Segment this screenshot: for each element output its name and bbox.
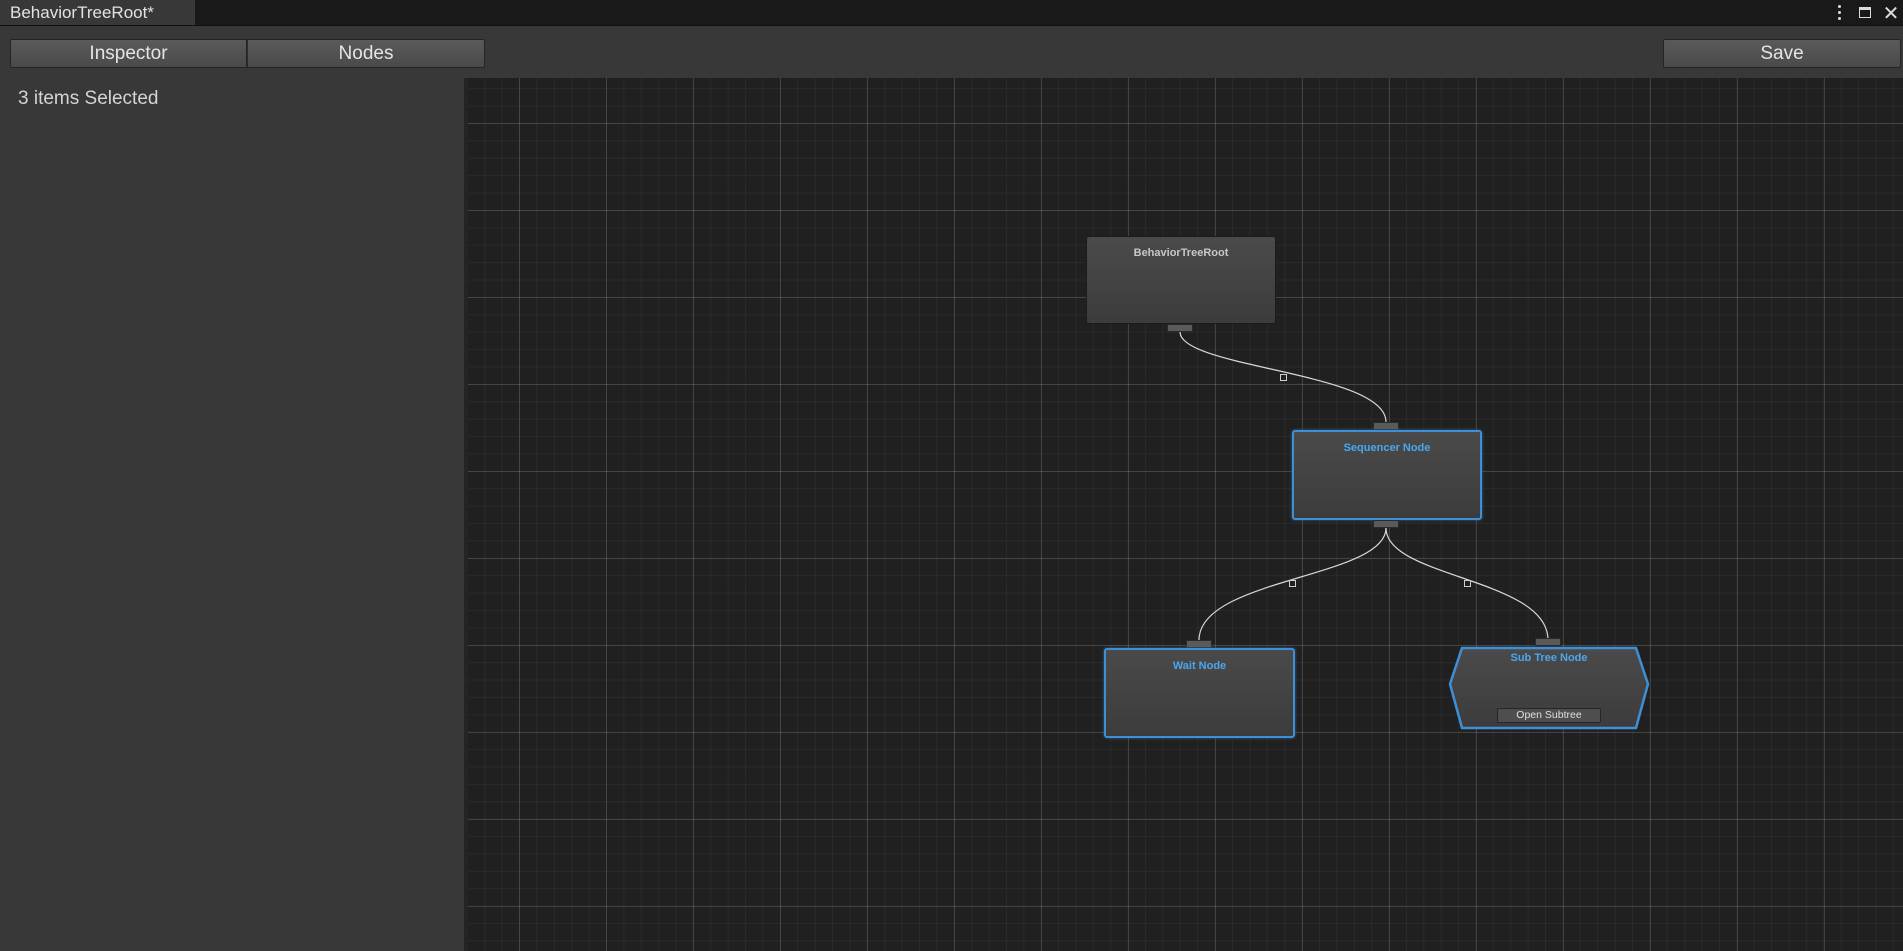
- inspector-tab-button[interactable]: Inspector: [10, 39, 247, 68]
- nodes-tab-button[interactable]: Nodes: [247, 39, 485, 68]
- toolbar: Inspector Nodes Save: [0, 26, 1903, 78]
- node-wait[interactable]: Wait Node: [1104, 648, 1295, 738]
- inspector-panel: 3 items Selected: [0, 78, 464, 951]
- window-controls: ✕: [1831, 0, 1899, 25]
- node-behavior-tree-root[interactable]: BehaviorTreeRoot: [1086, 236, 1276, 324]
- maximize-icon[interactable]: [1857, 4, 1873, 22]
- selection-count-label: 3 items Selected: [18, 88, 159, 109]
- graph-view[interactable]: BehaviorTreeRoot Sequencer Node Wait Nod…: [468, 78, 1903, 951]
- edge-midpoint-marker[interactable]: [1289, 580, 1296, 587]
- behavior-tree-editor-window: BehaviorTreeRoot* ✕ Inspector Nodes Save…: [0, 0, 1903, 951]
- edge-layer: [1179, 331, 1549, 641]
- input-port[interactable]: [1535, 638, 1561, 646]
- node-title: Wait Node: [1172, 660, 1227, 672]
- node-title: Sequencer Node: [1343, 442, 1431, 454]
- window-tab[interactable]: BehaviorTreeRoot*: [0, 0, 196, 25]
- node-sequencer[interactable]: Sequencer Node: [1292, 430, 1482, 520]
- node-title: Sub Tree Node: [1510, 652, 1588, 664]
- close-icon[interactable]: ✕: [1883, 3, 1900, 23]
- input-port[interactable]: [1373, 422, 1399, 430]
- kebab-menu-icon[interactable]: [1831, 4, 1847, 22]
- edge-midpoint-marker[interactable]: [1280, 374, 1287, 381]
- title-bar: BehaviorTreeRoot* ✕: [0, 0, 1903, 26]
- node-sub-tree[interactable]: Sub Tree Node Open Subtree: [1448, 646, 1650, 730]
- save-button[interactable]: Save: [1663, 39, 1901, 68]
- output-port[interactable]: [1373, 520, 1399, 528]
- input-port[interactable]: [1186, 640, 1212, 648]
- output-port[interactable]: [1167, 324, 1193, 332]
- edge-midpoint-marker[interactable]: [1464, 580, 1471, 587]
- open-subtree-button[interactable]: Open Subtree: [1497, 708, 1601, 723]
- node-title: BehaviorTreeRoot: [1133, 247, 1229, 259]
